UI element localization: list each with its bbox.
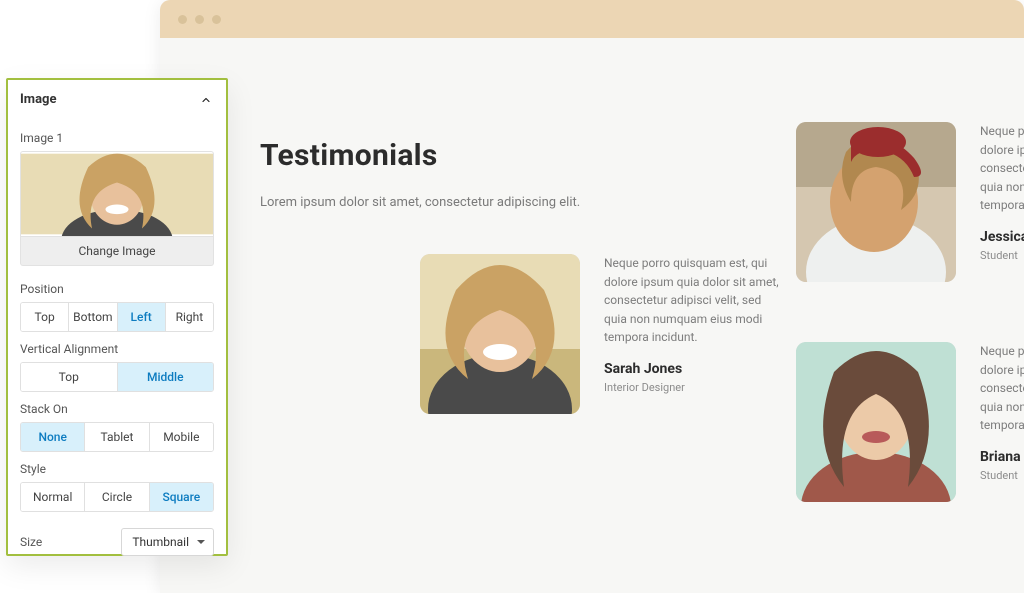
- style-segmented: Normal Circle Square: [20, 482, 214, 512]
- image-settings-panel: Image Image 1 Change Image Position Top …: [6, 78, 228, 556]
- stack-label: Stack On: [20, 402, 214, 416]
- testimonial-text: Neque porro quisquam est, qui dolore ips…: [980, 122, 1024, 262]
- position-segmented: Top Bottom Left Right: [20, 302, 214, 332]
- chevron-down-icon: [197, 540, 205, 544]
- size-select-value: Thumbnail: [132, 535, 189, 549]
- valign-option-top[interactable]: Top: [21, 363, 117, 391]
- size-select[interactable]: Thumbnail: [121, 528, 214, 556]
- chevron-up-icon: [200, 94, 212, 106]
- panel-body: Image 1 Change Image Position Top Bottom…: [8, 117, 226, 570]
- stack-option-none[interactable]: None: [21, 423, 84, 451]
- testimonial-card-sarah: Neque porro quisquam est, qui dolore ips…: [420, 254, 784, 414]
- panel-title: Image: [20, 92, 56, 107]
- image-preview[interactable]: [20, 151, 214, 237]
- change-image-button[interactable]: Change Image: [20, 237, 214, 266]
- position-option-bottom[interactable]: Bottom: [68, 303, 116, 331]
- testimonial-thumb: [420, 254, 580, 414]
- person-photo-icon: [420, 254, 580, 414]
- stack-segmented: None Tablet Mobile: [20, 422, 214, 452]
- preview-thumbnail: [21, 152, 213, 236]
- testimonial-name: Sarah Jones: [604, 361, 784, 377]
- browser-title-bar: [160, 0, 1024, 38]
- stack-option-tablet[interactable]: Tablet: [84, 423, 148, 451]
- testimonials-cards: Neque porro quisquam est, qui dolore ips…: [420, 122, 1024, 582]
- testimonial-role: Interior Designer: [604, 381, 784, 394]
- testimonial-card-briana: Neque porro quisquam est, qui dolore ips…: [796, 342, 1024, 502]
- style-label: Style: [20, 462, 214, 476]
- position-option-top[interactable]: Top: [21, 303, 68, 331]
- image-label: Image 1: [20, 131, 214, 145]
- size-row: Size Thumbnail: [20, 528, 214, 556]
- browser-window: Testimonials Lorem ipsum dolor sit amet,…: [160, 0, 1024, 593]
- stack-option-mobile[interactable]: Mobile: [149, 423, 213, 451]
- valign-segmented: Top Middle: [20, 362, 214, 392]
- person-photo-icon: [796, 342, 956, 502]
- testimonial-text: Neque porro quisquam est, qui dolore ips…: [980, 342, 1024, 482]
- testimonial-body: Neque porro quisquam est, qui dolore ips…: [980, 342, 1024, 435]
- person-photo-icon: [796, 122, 956, 282]
- testimonial-role: Student: [980, 469, 1024, 482]
- testimonial-name: Briana Luke: [980, 449, 1024, 465]
- testimonial-thumb: [796, 122, 956, 282]
- window-dot: [178, 15, 187, 24]
- window-dot: [212, 15, 221, 24]
- valign-option-middle[interactable]: Middle: [117, 363, 214, 391]
- style-option-circle[interactable]: Circle: [84, 483, 148, 511]
- panel-header-image[interactable]: Image: [8, 80, 226, 117]
- testimonial-body: Neque porro quisquam est, qui dolore ips…: [980, 122, 1024, 215]
- testimonial-card-jessica: Neque porro quisquam est, qui dolore ips…: [796, 122, 1024, 282]
- testimonial-name: Jessica Foxx: [980, 229, 1024, 245]
- testimonial-text: Neque porro quisquam est, qui dolore ips…: [604, 254, 784, 394]
- position-label: Position: [20, 282, 214, 296]
- testimonial-thumb: [796, 342, 956, 502]
- window-dot: [195, 15, 204, 24]
- style-option-square[interactable]: Square: [149, 483, 213, 511]
- testimonial-body: Neque porro quisquam est, qui dolore ips…: [604, 254, 784, 347]
- testimonial-role: Student: [980, 249, 1024, 262]
- valign-label: Vertical Alignment: [20, 342, 214, 356]
- style-option-normal[interactable]: Normal: [21, 483, 84, 511]
- position-option-right[interactable]: Right: [165, 303, 213, 331]
- size-label: Size: [20, 535, 42, 549]
- position-option-left[interactable]: Left: [117, 303, 165, 331]
